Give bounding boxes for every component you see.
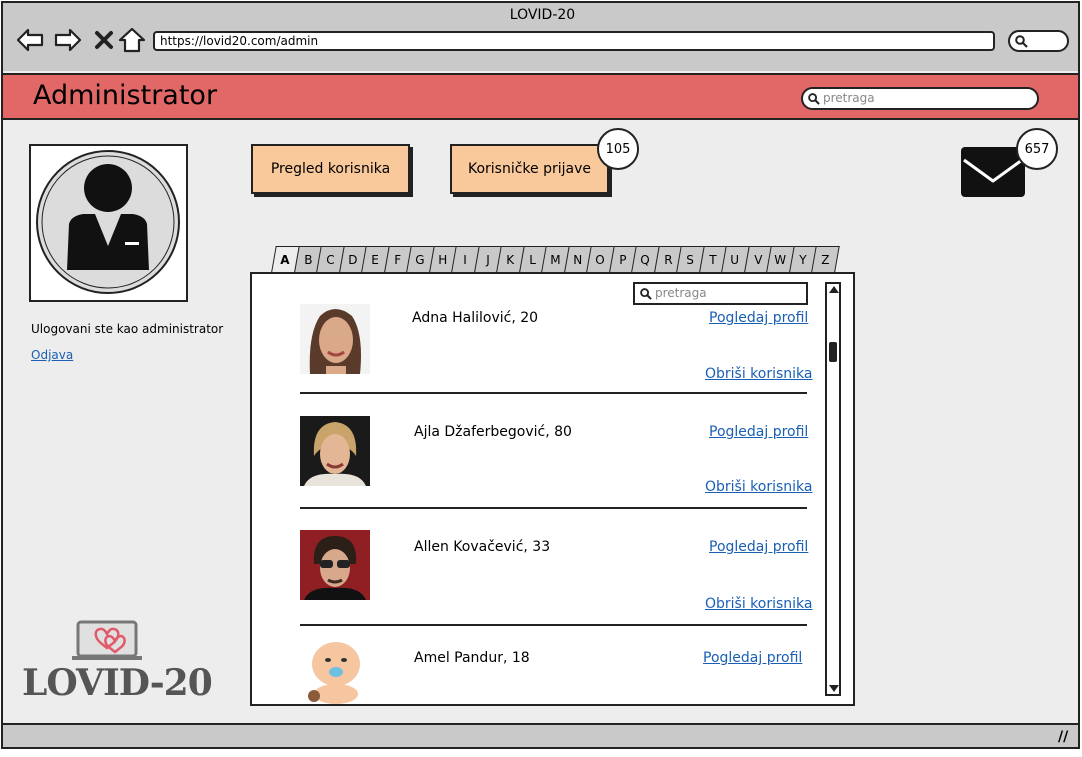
- browser-search-field[interactable]: [1008, 30, 1069, 52]
- tab-label: A: [280, 253, 290, 267]
- mail-count-badge: 657: [1016, 128, 1058, 170]
- tab-letter-z[interactable]: Z: [811, 246, 840, 273]
- user-list-panel: pretraga Adna Halilović, 20 Pogledaj pro…: [250, 272, 855, 706]
- tab-label: L: [529, 253, 536, 267]
- user-avatar-icon: [36, 150, 180, 294]
- search-placeholder: pretraga: [655, 286, 707, 300]
- tab-label: K: [506, 253, 514, 267]
- view-profile-link[interactable]: Pogledaj profil: [709, 310, 808, 326]
- logo-text: LOVID-20: [22, 662, 213, 704]
- tab-label: T: [708, 253, 717, 267]
- back-icon[interactable]: [15, 25, 45, 55]
- tab-label: S: [686, 253, 694, 267]
- tab-label: P: [618, 253, 627, 267]
- scroll-thumb[interactable]: [829, 342, 837, 362]
- status-bar: [3, 723, 1078, 747]
- resize-handle-icon[interactable]: //: [1058, 729, 1068, 745]
- tab-label: W: [774, 253, 786, 267]
- view-users-button[interactable]: Pregled korisnika: [251, 144, 410, 194]
- tab-label: H: [438, 253, 448, 267]
- tab-label: O: [595, 253, 605, 267]
- tab-label: V: [753, 253, 762, 267]
- tab-label: E: [371, 253, 379, 267]
- row-divider: [300, 624, 807, 626]
- browser-titlebar: LOVID-20 https://lovid20.com/admin: [3, 3, 1078, 71]
- page-title: Administrator: [33, 80, 218, 111]
- close-icon[interactable]: [89, 25, 119, 55]
- list-scrollbar[interactable]: [825, 282, 841, 696]
- tab-label: U: [730, 253, 740, 267]
- delete-user-link[interactable]: Obriši korisnika: [705, 366, 813, 382]
- tab-label: I: [463, 253, 467, 267]
- reports-count-badge: 105: [597, 128, 639, 170]
- tab-label: Q: [640, 253, 650, 267]
- user-photo: [300, 304, 370, 374]
- app-header: Administrator pretraga: [3, 73, 1078, 120]
- user-name: Amel Pandur, 18: [414, 650, 530, 666]
- user-reports-button[interactable]: Korisničke prijave: [450, 144, 609, 194]
- tab-label: M: [549, 253, 561, 267]
- tab-label: C: [325, 253, 335, 267]
- alphabet-tabs: ABCDE FGH I J K LMNOPQRSTUVWYZ: [271, 246, 840, 274]
- user-name: Adna Halilović, 20: [412, 310, 539, 326]
- view-profile-link[interactable]: Pogledaj profil: [709, 424, 808, 440]
- user-photo: [300, 416, 370, 486]
- tab-label: R: [663, 253, 672, 267]
- forward-icon[interactable]: [53, 25, 83, 55]
- user-search-input[interactable]: pretraga: [633, 282, 808, 305]
- header-search-input[interactable]: pretraga: [801, 87, 1039, 110]
- search-icon: [640, 288, 652, 300]
- logout-link[interactable]: Odjava: [31, 348, 73, 362]
- scroll-up-icon[interactable]: [829, 286, 839, 293]
- user-name: Ajla Džaferbegović, 80: [414, 424, 572, 440]
- search-icon: [1015, 35, 1028, 48]
- tab-label: D: [347, 253, 358, 267]
- delete-user-link[interactable]: Obriši korisnika: [705, 479, 813, 495]
- tab-label: Z: [820, 253, 830, 267]
- scroll-down-icon[interactable]: [829, 685, 839, 692]
- window-title: LOVID-20: [509, 7, 576, 23]
- row-divider: [300, 507, 807, 509]
- view-profile-link[interactable]: Pogledaj profil: [709, 539, 808, 555]
- search-icon: [808, 93, 820, 105]
- avatar: [29, 144, 188, 302]
- mail-icon[interactable]: [961, 147, 1025, 197]
- view-profile-link[interactable]: Pogledaj profil: [703, 650, 802, 666]
- tab-label: J: [485, 253, 490, 267]
- tab-label: G: [415, 253, 425, 267]
- home-icon[interactable]: [117, 25, 147, 55]
- search-placeholder: pretraga: [823, 91, 875, 105]
- row-divider: [300, 392, 807, 394]
- tab-label: N: [573, 253, 583, 267]
- url-bar[interactable]: https://lovid20.com/admin: [153, 31, 995, 51]
- logged-in-text: Ulogovani ste kao administrator: [31, 322, 224, 336]
- user-photo: [300, 530, 370, 600]
- user-photo: [300, 634, 370, 704]
- user-name: Allen Kovačević, 33: [414, 539, 551, 555]
- tab-label: B: [303, 253, 312, 267]
- tab-label: F: [394, 253, 401, 267]
- tab-label: Y: [798, 253, 807, 267]
- delete-user-link[interactable]: Obriši korisnika: [705, 596, 813, 612]
